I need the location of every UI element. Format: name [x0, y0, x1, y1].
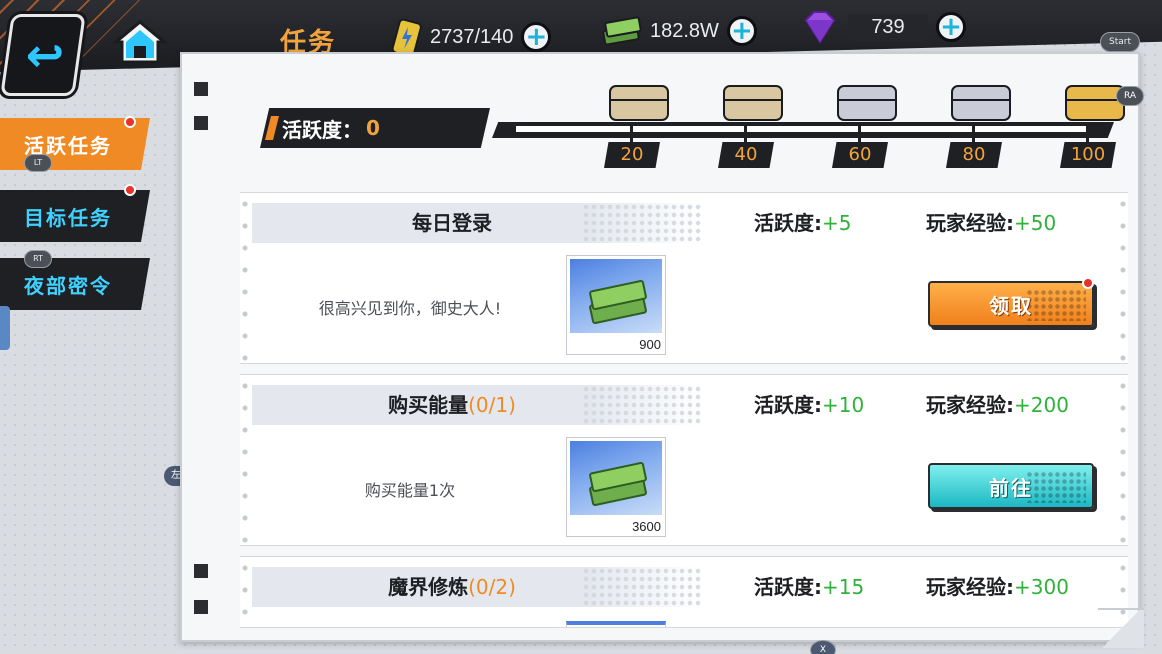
home-button[interactable] — [111, 18, 169, 66]
activity-gain-label: 活跃度: — [754, 393, 822, 417]
task-title: 每日登录 — [252, 203, 652, 243]
button-dots-decoration — [1026, 289, 1086, 321]
cash-stack-icon — [602, 16, 642, 46]
milestone-value: 100 — [1060, 142, 1116, 168]
label-stripe — [265, 116, 279, 140]
reward-item[interactable]: 900 — [566, 255, 666, 355]
tab-goal-tasks[interactable]: 目标任务 — [0, 190, 150, 242]
activity-gain-label: 活跃度: — [754, 211, 822, 235]
activity-label: 活跃度： 0 — [260, 108, 490, 148]
chest-icon — [609, 85, 669, 121]
money-resource: 182.8W + — [600, 14, 757, 48]
go-button[interactable]: 前往 — [928, 463, 1094, 509]
activity-value: 0 — [366, 116, 380, 140]
task-card: 每日登录 活跃度:+5 玩家经验:+50 很高兴见到你，御史大人! 900 领取 — [240, 192, 1128, 364]
money-plus-button[interactable]: + — [726, 16, 757, 46]
task-activity-gain: 活跃度:+10 — [754, 389, 864, 418]
energy-value: 2737/140 — [430, 25, 514, 48]
rt-badge: RT — [24, 250, 52, 268]
plus-icon: + — [731, 16, 753, 46]
activity-gain-value: +5 — [822, 211, 852, 235]
x-badge: X — [810, 640, 836, 654]
task-description: 购买能量1次 — [364, 481, 456, 500]
gem-value: 739 — [848, 13, 928, 41]
notification-dot — [124, 116, 136, 128]
energy-can-icon — [391, 18, 422, 57]
task-title-text: 魔界修炼 — [388, 575, 469, 599]
side-drawer-handle[interactable] — [0, 306, 10, 350]
reward-item[interactable]: 3600 — [566, 437, 666, 537]
task-progress: (0/2) — [468, 575, 516, 599]
activity-gain-value: +15 — [822, 575, 865, 599]
tab-label: 夜部密令 — [24, 273, 112, 298]
tab-label: 目标任务 — [24, 205, 112, 230]
task-exp-gain: 玩家经验:+200 — [926, 389, 1069, 418]
page-curl-decoration — [1098, 608, 1144, 648]
exp-gain-label: 玩家经验: — [926, 393, 1014, 417]
milestone-value: 80 — [946, 142, 1002, 168]
cash-stack-icon — [570, 441, 662, 515]
exp-gain-value: +50 — [1014, 211, 1057, 235]
lt-badge: LT — [24, 154, 52, 172]
notification-dot — [1082, 277, 1094, 289]
plus-icon: + — [940, 12, 962, 42]
ra-badge: RA — [1116, 86, 1144, 106]
notification-dot — [124, 184, 136, 196]
exp-gain-label: 玩家经验: — [926, 211, 1014, 235]
task-activity-gain: 活跃度:+5 — [754, 207, 851, 236]
activity-gain-label: 活跃度: — [754, 575, 822, 599]
milestone-value: 20 — [604, 142, 660, 168]
task-title: 购买能量(0/1) — [252, 385, 652, 425]
gem-resource: 739 + — [800, 10, 966, 44]
money-value: 182.8W — [650, 19, 719, 42]
task-header: 魔界修炼(0/2) — [252, 567, 702, 607]
gem-plus-button[interactable]: + — [936, 12, 966, 42]
plus-icon: + — [525, 22, 548, 52]
task-header: 每日登录 — [252, 203, 702, 243]
task-header: 购买能量(0/1) — [252, 385, 702, 425]
reward-quantity: 900 — [639, 337, 661, 352]
chest-icon — [951, 85, 1011, 121]
chest-icon — [1065, 85, 1125, 121]
exp-gain-value: +200 — [1014, 393, 1069, 417]
task-title-text: 购买能量 — [388, 393, 469, 417]
cash-stack-icon — [570, 259, 662, 333]
reward-quantity: 3600 — [632, 519, 661, 534]
tab-night-orders[interactable]: 夜部密令 — [0, 258, 150, 310]
milestone-value: 60 — [832, 142, 888, 168]
milestone-value: 40 — [718, 142, 774, 168]
binder-ring — [194, 116, 208, 130]
back-button[interactable]: ↩ — [0, 14, 86, 96]
task-card: 魔界修炼(0/2) 活跃度:+15 玩家经验:+300 — [240, 556, 1128, 628]
task-activity-gain: 活跃度:+15 — [754, 571, 864, 600]
activity-gain-value: +10 — [822, 393, 865, 417]
activity-progress-fill-area — [516, 126, 1086, 132]
exp-gain-value: +300 — [1014, 575, 1069, 599]
task-title-text: 每日登录 — [412, 211, 492, 235]
diamond-icon — [804, 11, 836, 44]
chest-icon — [837, 85, 897, 121]
task-exp-gain: 玩家经验:+50 — [926, 207, 1056, 236]
binder-ring — [194, 82, 208, 96]
home-icon — [111, 20, 169, 64]
activity-label-text: 活跃度： — [282, 117, 362, 142]
claim-button-label: 领取 — [989, 293, 1033, 318]
back-arrow-icon: ↩ — [25, 28, 65, 82]
task-description: 很高兴见到你，御史大人! — [318, 299, 502, 318]
binder-ring — [194, 600, 208, 614]
reward-item[interactable] — [566, 621, 666, 627]
go-button-label: 前往 — [989, 475, 1033, 500]
chest-icon — [723, 85, 783, 121]
button-dots-decoration — [1026, 471, 1086, 503]
energy-plus-button[interactable]: + — [521, 22, 552, 52]
task-progress: (0/1) — [468, 393, 516, 417]
task-exp-gain: 玩家经验:+300 — [926, 571, 1069, 600]
task-title: 魔界修炼(0/2) — [252, 567, 652, 607]
energy-resource: 2737/140 + — [390, 18, 552, 57]
start-badge: Start — [1100, 32, 1140, 52]
task-card: 购买能量(0/1) 活跃度:+10 玩家经验:+200 购买能量1次 3600 … — [240, 374, 1128, 546]
claim-button[interactable]: 领取 — [928, 281, 1094, 327]
binder-ring — [194, 564, 208, 578]
exp-gain-label: 玩家经验: — [926, 575, 1014, 599]
